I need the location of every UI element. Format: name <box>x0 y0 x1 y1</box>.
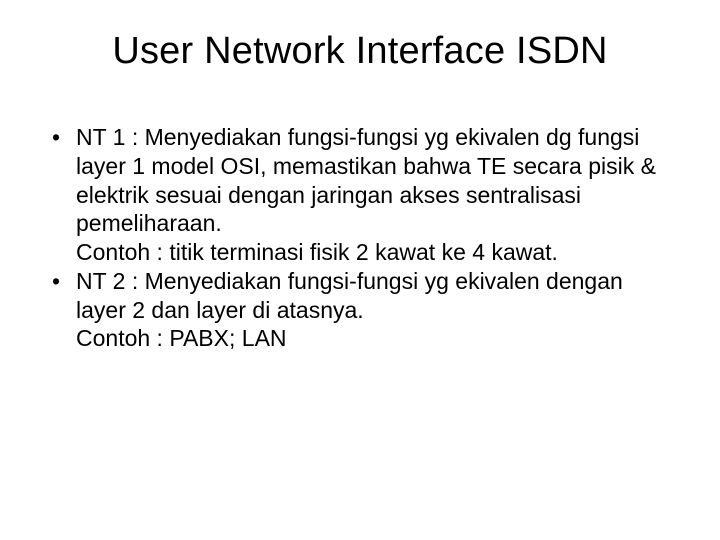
list-item: NT 1 : Menyediakan fungsi-fungsi yg ekiv… <box>50 123 670 267</box>
list-item: NT 2 : Menyediakan fungsi-fungsi yg ekiv… <box>50 267 670 353</box>
slide: User Network Interface ISDN NT 1 : Menye… <box>0 0 720 540</box>
bullet-list: NT 1 : Menyediakan fungsi-fungsi yg ekiv… <box>40 123 680 353</box>
slide-title: User Network Interface ISDN <box>40 30 680 73</box>
